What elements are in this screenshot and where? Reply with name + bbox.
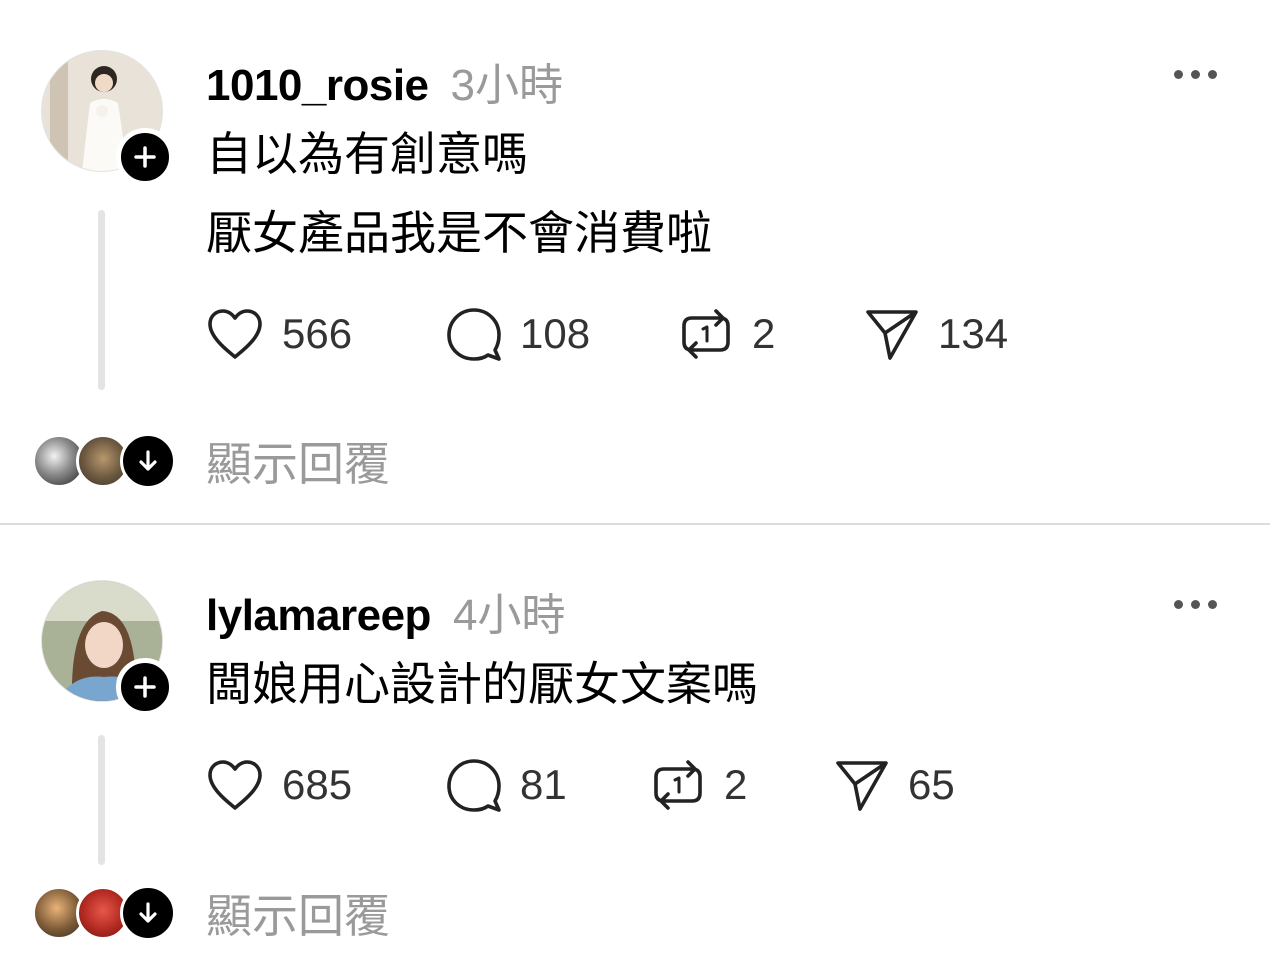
follow-button[interactable] <box>116 128 174 186</box>
plus-icon <box>134 676 156 698</box>
thread-post: lylamareep 4小時 闆娘用心設計的厭女文案嗎 685 81 2 65 … <box>0 525 1270 968</box>
action-bar: 566 108 2 134 <box>206 306 1008 362</box>
repost-icon <box>682 309 730 359</box>
post-text: 闆娘用心設計的厭女文案嗎 <box>206 645 758 724</box>
post-text-line: 厭女產品我是不會消費啦 <box>206 207 712 259</box>
thread-line <box>98 210 105 390</box>
post-text-line: 闆娘用心設計的厭女文案嗎 <box>206 658 758 710</box>
show-replies-row[interactable]: 顯示回覆 <box>32 428 390 494</box>
like-button[interactable]: 566 <box>206 307 446 361</box>
post-header: 1010_rosie 3小時 <box>206 49 563 113</box>
send-icon <box>836 761 888 811</box>
share-count: 65 <box>908 761 955 808</box>
like-button[interactable]: 685 <box>206 758 446 812</box>
timestamp: 3小時 <box>450 61 564 110</box>
repost-count: 2 <box>724 761 748 808</box>
share-button[interactable]: 134 <box>864 306 1008 362</box>
more-options-icon[interactable] <box>1174 600 1217 609</box>
comment-button[interactable]: 108 <box>446 306 678 362</box>
heart-icon <box>208 760 262 810</box>
repost-count: 2 <box>752 310 776 357</box>
show-replies-label[interactable]: 顯示回覆 <box>206 428 390 494</box>
like-count: 685 <box>282 761 353 808</box>
send-icon <box>866 310 918 360</box>
comment-count: 108 <box>520 310 591 357</box>
like-count: 566 <box>282 310 353 357</box>
heart-icon <box>208 309 262 359</box>
arrow-down-icon <box>139 902 157 923</box>
action-bar: 685 81 2 65 <box>206 757 955 813</box>
show-replies-label[interactable]: 顯示回覆 <box>206 880 390 946</box>
post-text-line: 自以為有創意嗎 <box>206 128 528 180</box>
show-replies-row[interactable]: 顯示回覆 <box>32 880 390 946</box>
repost-button[interactable]: 2 <box>650 757 834 813</box>
username[interactable]: lylamareep <box>206 591 431 641</box>
more-options-icon[interactable] <box>1174 70 1217 79</box>
comment-button[interactable]: 81 <box>446 757 650 813</box>
expand-replies-button[interactable] <box>120 885 176 941</box>
comment-bubble-icon <box>447 308 501 361</box>
post-header: lylamareep 4小時 <box>206 579 565 643</box>
comment-count: 81 <box>520 761 567 808</box>
timestamp: 4小時 <box>452 591 566 640</box>
arrow-down-icon <box>139 450 157 471</box>
plus-icon <box>134 146 156 168</box>
thread-line <box>98 735 105 865</box>
share-count: 134 <box>938 310 1009 357</box>
repost-button[interactable]: 2 <box>678 306 864 362</box>
follow-button[interactable] <box>116 658 174 716</box>
share-button[interactable]: 65 <box>834 757 955 813</box>
expand-replies-button[interactable] <box>120 433 176 489</box>
post-text: 自以為有創意嗎 厭女產品我是不會消費啦 <box>206 115 712 273</box>
repost-icon <box>654 760 702 810</box>
username[interactable]: 1010_rosie <box>206 61 429 111</box>
comment-bubble-icon <box>447 759 501 812</box>
thread-post: 1010_rosie 3小時 自以為有創意嗎 厭女產品我是不會消費啦 566 1… <box>0 0 1270 523</box>
